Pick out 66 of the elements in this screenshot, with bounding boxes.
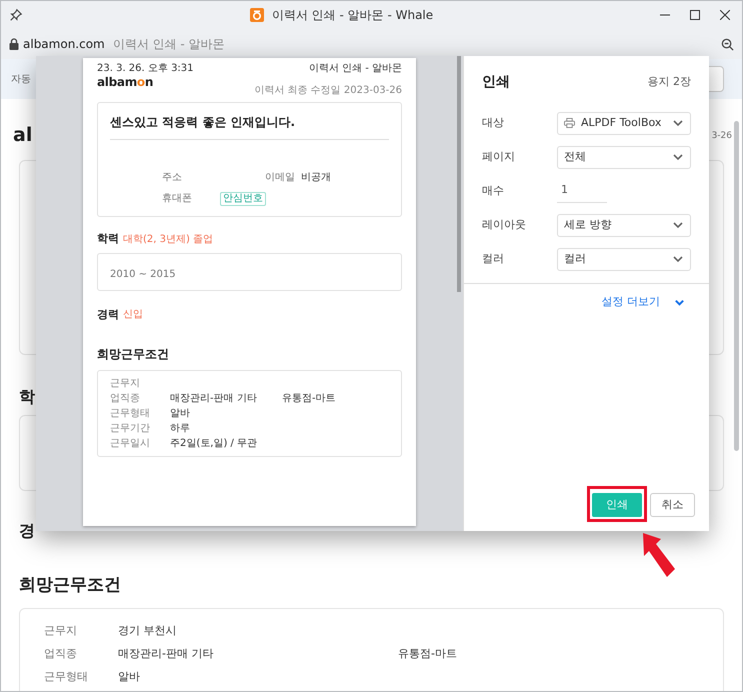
app-logo-icon <box>250 8 264 22</box>
address-domain: albamon.com <box>23 36 105 53</box>
section-heading: 희망근무조건 <box>19 574 121 594</box>
preview-scrollbar-thumb[interactable] <box>457 56 461 292</box>
info-label: 휴대폰 <box>161 192 193 206</box>
panel-title: 인쇄 <box>482 73 510 92</box>
window-title: 이력서 인쇄 - 알바몬 - Whale <box>272 7 434 24</box>
setting-select[interactable]: 전체 <box>557 146 691 168</box>
section-title: 희망근무조건 <box>97 347 169 361</box>
zoom-icon[interactable] <box>721 38 734 50</box>
info-value: 비공개 <box>301 171 331 185</box>
condition-label: 근무지 <box>43 622 78 639</box>
printer-icon <box>564 118 575 128</box>
info-label: 이메일 <box>265 171 295 185</box>
document-title: 이력서 인쇄 - 알바몬 <box>308 63 402 75</box>
section-heading: 학 <box>19 386 35 406</box>
condition-label: 근무지 <box>110 377 141 390</box>
section-note: 대학(2, 3년제) 졸업 <box>123 232 214 247</box>
education-period: 2010 ~ 2015 <box>110 268 176 280</box>
more-settings-link[interactable]: 설정 더보기 <box>602 294 660 310</box>
banner-text: 자동 <box>11 72 31 86</box>
section-title: 경력 <box>97 306 119 322</box>
condition-value: 매장관리-판매 기타 <box>170 392 258 405</box>
condition-value: 알바 <box>170 407 191 420</box>
section-heading: 경 <box>19 520 35 540</box>
sheet-count: 용지 2장 <box>648 74 691 90</box>
pin-icon[interactable] <box>9 8 23 22</box>
setting-label: 레이아웃 <box>482 216 527 233</box>
condition-label: 근무일시 <box>110 437 151 450</box>
albamon-logo: albamon <box>97 75 154 89</box>
condition-value: 하루 <box>170 422 191 435</box>
setting-label: 컬러 <box>482 250 505 267</box>
close-icon[interactable] <box>720 10 730 20</box>
setting-select[interactable]: ALPDF ToolBox <box>557 112 691 134</box>
section-title: 학력 <box>97 231 119 247</box>
lock-icon <box>9 38 19 50</box>
copies-field[interactable]: 1 <box>557 179 607 203</box>
setting-select[interactable]: 컬러 <box>557 248 691 270</box>
modified-date: 이력서 최종 수정일 2023-03-26 <box>254 84 402 98</box>
setting-label: 페이지 <box>482 148 516 165</box>
address-bar[interactable]: albamon.com 이력서 인쇄 - 알바몬 <box>1 29 742 59</box>
condition-label: 업직종 <box>110 392 141 405</box>
info-label: 주소 <box>161 171 183 185</box>
maximize-icon[interactable] <box>690 10 700 20</box>
condition-label: 업직종 <box>43 646 78 662</box>
condition-label: 근무형태 <box>110 407 151 420</box>
scrollbar-thumb[interactable] <box>734 121 739 451</box>
setting-label: 매수 <box>482 182 505 199</box>
condition-value: 유통점-마트 <box>282 392 336 405</box>
section-note: 신입 <box>123 308 143 322</box>
setting-select[interactable]: 세로 방향 <box>557 214 691 236</box>
print-datetime: 23. 3. 26. 오후 3:31 <box>97 63 194 75</box>
setting-label: 대상 <box>482 114 505 131</box>
condition-label: 근무형태 <box>43 668 89 685</box>
headline: 센스있고 적응력 좋은 인재입니다. <box>110 113 389 140</box>
condition-value: 유통점-마트 <box>398 646 457 662</box>
secure-number-badge: 안심번호 <box>220 192 266 206</box>
date-text: 3-26 <box>712 130 732 143</box>
condition-value: 알바 <box>118 668 141 685</box>
address-page-title: 이력서 인쇄 - 알바몬 <box>112 36 225 53</box>
condition-value: 경기 부천시 <box>118 622 178 639</box>
condition-value: 주2일(토,일) / 무관 <box>170 437 258 450</box>
condition-label: 근무기간 <box>110 422 151 435</box>
cancel-button[interactable]: 취소 <box>650 493 695 517</box>
condition-value: 매장관리-판매 기타 <box>118 646 214 662</box>
page-heading: al <box>13 123 32 148</box>
